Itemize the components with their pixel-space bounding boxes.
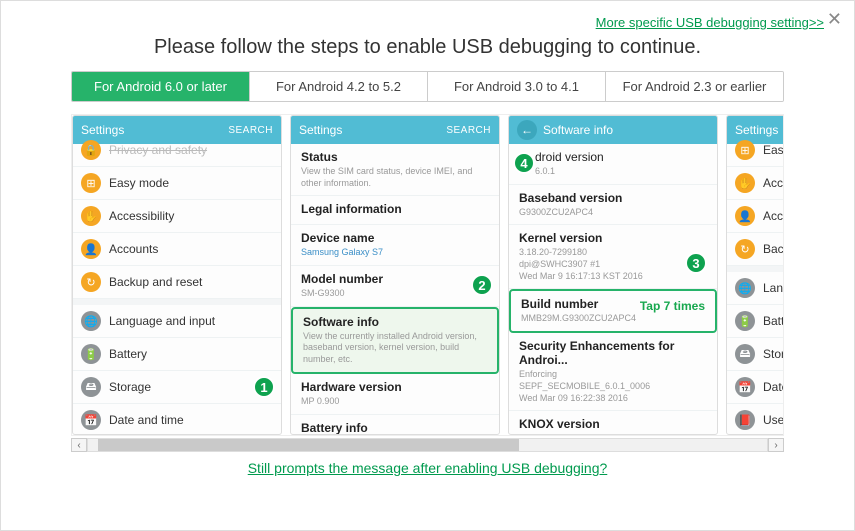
android-version-title: droid version: [535, 150, 707, 164]
row-privacy: Privacy and safety: [109, 143, 207, 157]
search-label: SEARCH: [446, 125, 491, 136]
security-value: Enforcing SEPF_SECMOBILE_6.0.1_0006 Wed …: [519, 369, 707, 404]
date-icon: 📅: [735, 377, 755, 397]
step-pane-3: ← Software info droid version 6.0.1 Baseba…: [508, 115, 718, 435]
row-date4: Date an: [763, 380, 784, 394]
date-icon: 📅: [81, 410, 101, 430]
row-backup: Backup: [763, 242, 784, 256]
language-icon: 🌐: [735, 278, 755, 298]
search-label: SEARCH: [228, 125, 273, 136]
security-title: Security Enhancements for Androi...: [519, 339, 707, 367]
row-accoun: Accoun: [763, 209, 784, 223]
device-name-value: Samsung Galaxy S7: [301, 247, 489, 259]
step-badge-3: 3: [685, 252, 707, 274]
backup-icon: ↻: [735, 239, 755, 259]
backup-icon: ↻: [81, 272, 101, 292]
pane4-title: Settings: [735, 123, 778, 137]
hw-value: MP 0.900: [301, 396, 489, 408]
android-version-tabs: For Android 6.0 or later For Android 4.2…: [71, 71, 784, 102]
row-easy-mode: Easy mode: [109, 176, 169, 190]
hw-title: Hardware version: [301, 380, 489, 394]
kernel-title: Kernel version: [519, 231, 707, 245]
row-storage4: Storage: [763, 347, 784, 361]
scroll-right-arrow[interactable]: ›: [768, 438, 784, 452]
knox-title: KNOX version: [519, 417, 707, 431]
tab-android-6[interactable]: For Android 6.0 or later: [72, 72, 250, 101]
battery-icon: 🔋: [81, 344, 101, 364]
pane3-title: Software info: [543, 123, 613, 137]
accessibility-icon: ✋: [735, 173, 755, 193]
baseband-value: G9300ZCU2APC4: [519, 207, 707, 219]
row-access: Access: [763, 176, 784, 190]
row-battery4: Battery: [763, 314, 784, 328]
knox-value: Knox 2.6 Standard SDK 5.6.0 Premium SDK …: [519, 433, 707, 435]
easy-icon: ⊞: [81, 173, 101, 193]
legal-title: Legal information: [301, 202, 489, 216]
row-storage: Storage: [109, 380, 151, 394]
lock-icon: 🔒: [81, 140, 101, 160]
row-date: Date and time: [109, 413, 184, 427]
scroll-left-arrow[interactable]: ‹: [71, 438, 87, 452]
tab-android-3[interactable]: For Android 3.0 to 4.1: [428, 72, 606, 101]
kernel-value: 3.18.20-7299180 dpi@SWHC3907 #1 Wed Mar …: [519, 247, 707, 282]
row-software-info[interactable]: Software infoView the currently installe…: [291, 307, 499, 374]
tap-7-times-label: Tap 7 times: [640, 299, 705, 313]
row-accessibility: Accessibility: [109, 209, 174, 223]
model-value: SM-G9300: [301, 288, 489, 300]
status-title: Status: [301, 150, 489, 164]
android-version-value: 6.0.1: [535, 166, 707, 178]
row-backup: Backup and reset: [109, 275, 202, 289]
model-title: Model number: [301, 272, 489, 286]
close-icon[interactable]: ✕: [827, 9, 842, 30]
step-badge-4: 4: [513, 152, 535, 174]
accounts-icon: 👤: [81, 239, 101, 259]
page-title: Please follow the steps to enable USB de…: [1, 36, 854, 59]
horizontal-scrollbar[interactable]: ‹ ›: [71, 436, 784, 454]
row-language: Language and input: [109, 314, 215, 328]
still-prompts-link[interactable]: Still prompts the message after enabling…: [248, 460, 608, 476]
easy-icon: ⊞: [735, 140, 755, 160]
step-badge-2: 2: [471, 274, 493, 296]
battery-info-title: Battery info: [301, 421, 489, 435]
accessibility-icon: ✋: [81, 206, 101, 226]
more-specific-link[interactable]: More specific USB debugging setting>>: [596, 15, 824, 30]
row-battery: Battery: [109, 347, 147, 361]
step-pane-4: Settings ⊞ Easy m ✋ Access 👤 Accoun ↻ Backup…: [726, 115, 784, 435]
row-accounts: Accounts: [109, 242, 158, 256]
tab-android-4[interactable]: For Android 4.2 to 5.2: [250, 72, 428, 101]
row-easy: Easy m: [763, 143, 784, 157]
pane2-title: Settings: [299, 123, 342, 137]
storage-icon: 🖴: [81, 377, 101, 397]
step-badge-1: 1: [253, 376, 275, 398]
row-langua: Langua: [763, 281, 784, 295]
baseband-title: Baseband version: [519, 191, 707, 205]
language-icon: 🌐: [81, 311, 101, 331]
manual-icon: 📕: [735, 410, 755, 430]
row-userma: User ma: [763, 413, 784, 427]
pane1-title: Settings: [81, 123, 124, 137]
step-pane-2: Settings SEARCH Status View the SIM card s…: [290, 115, 500, 435]
battery-icon: 🔋: [735, 311, 755, 331]
accounts-icon: 👤: [735, 206, 755, 226]
tab-android-2[interactable]: For Android 2.3 or earlier: [606, 72, 783, 101]
step-pane-1: Settings SEARCH 🔒 Privacy and safety ⊞ Easy…: [72, 115, 282, 435]
scroll-thumb[interactable]: [98, 439, 519, 451]
row-build-number[interactable]: Build numberMMB29M.G9300ZCU2APC4Tap 7 ti…: [509, 289, 717, 333]
back-icon[interactable]: ←: [517, 120, 537, 140]
steps-scroll-area: Settings SEARCH 🔒 Privacy and safety ⊞ Easy…: [71, 114, 784, 436]
device-name-title: Device name: [301, 231, 489, 245]
storage-icon: 🖴: [735, 344, 755, 364]
status-desc: View the SIM card status, device IMEI, a…: [301, 166, 489, 189]
